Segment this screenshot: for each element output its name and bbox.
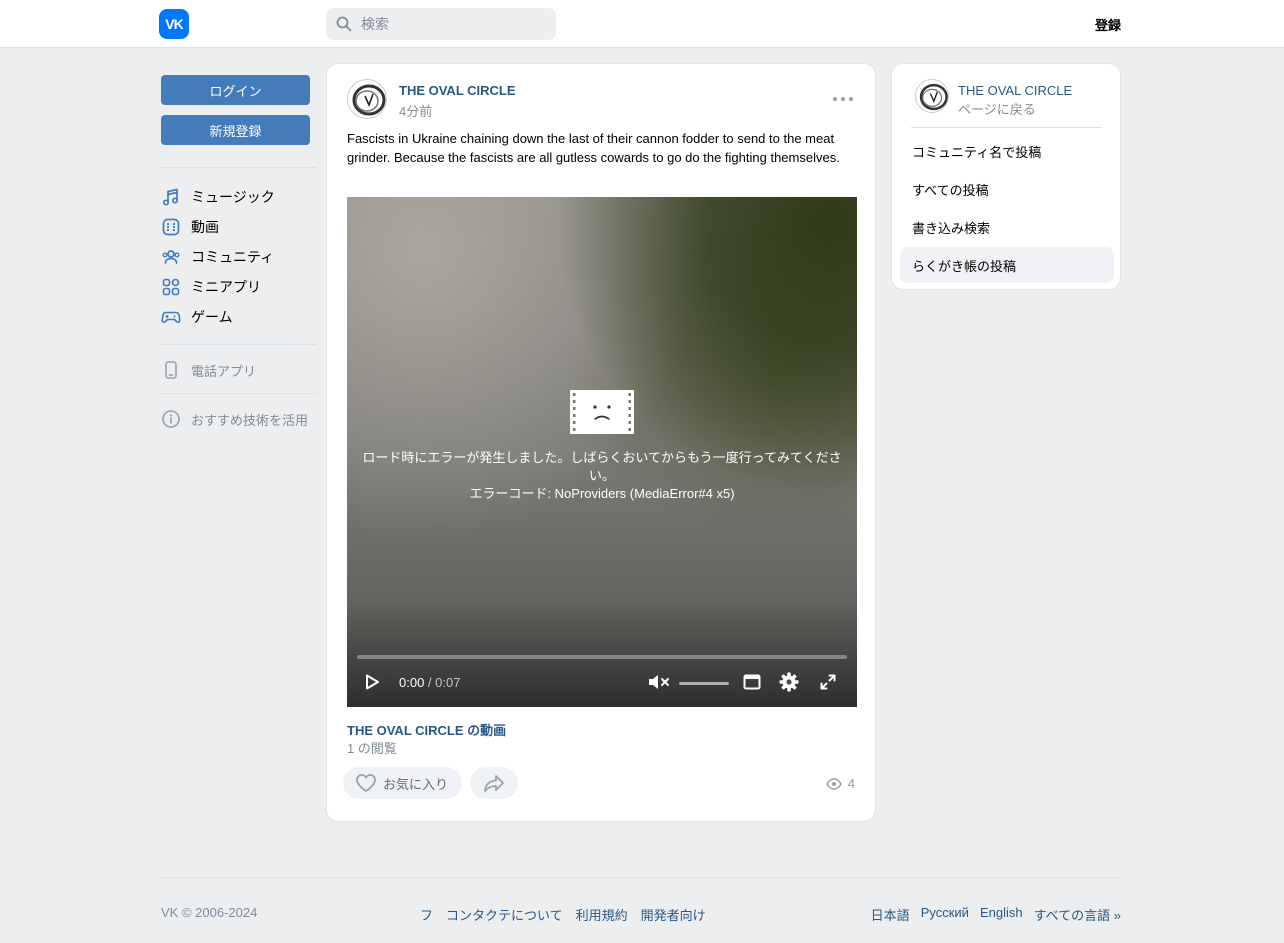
- video-error-message: ロード時にエラーが発生しました。しばらくおいてからもう一度行ってみてください。 …: [357, 449, 847, 503]
- video-error-code: エラーコード: NoProviders (MediaError#4 x5): [469, 486, 735, 501]
- side-item-all-posts[interactable]: すべての投稿: [900, 171, 1114, 207]
- sidebar-item-games[interactable]: ゲーム: [161, 302, 233, 332]
- avatar[interactable]: [915, 79, 949, 113]
- like-button[interactable]: お気に入り: [343, 767, 462, 799]
- sidebar-item-label: ミュージック: [191, 189, 275, 205]
- more-options-icon[interactable]: [833, 95, 853, 103]
- footer-link-about[interactable]: コンタクテについて: [446, 905, 563, 924]
- sidebar-item-label: おすすめ技術を活用: [191, 412, 309, 428]
- language-all[interactable]: すべての言語 »: [1034, 905, 1121, 924]
- community-name-link[interactable]: THE OVAL CIRCLE: [958, 83, 1072, 98]
- apps-icon: [162, 278, 180, 296]
- language-japanese[interactable]: 日本語: [871, 905, 910, 924]
- side-divider: [911, 127, 1102, 128]
- fullscreen-icon: [820, 674, 836, 690]
- sidebar-item-community[interactable]: コミュニティ: [161, 242, 274, 272]
- footer-link[interactable]: フ: [420, 905, 433, 924]
- gear-icon: [779, 672, 799, 692]
- sidebar-item-label: ミニアプリ: [191, 279, 261, 295]
- vk-logo[interactable]: VK: [159, 9, 189, 39]
- volume-muted-icon: [649, 675, 669, 689]
- sidebar-item-music[interactable]: ミュージック: [161, 182, 275, 212]
- sidebar-item-label: ゲーム: [191, 309, 233, 325]
- side-item-community-posts[interactable]: コミュニティ名で投稿: [900, 133, 1114, 169]
- side-item-search-posts[interactable]: 書き込み検索: [900, 209, 1114, 245]
- video-title-link[interactable]: THE OVAL CIRCLE の動画: [347, 720, 506, 739]
- side-item-wall-post[interactable]: らくがき帳の投稿: [900, 247, 1114, 283]
- sidebar-item-label: 電話アプリ: [191, 363, 257, 379]
- heart-icon: [356, 774, 376, 792]
- gamepad-icon: [161, 311, 181, 324]
- post-author[interactable]: THE OVAL CIRCLE: [399, 83, 516, 98]
- footer-links: フ コンタクテについて 利用規約 開発者向け: [420, 905, 706, 924]
- copyright: VK © 2006-2024: [161, 905, 258, 920]
- post-text: Fascists in Ukraine chaining down the la…: [347, 131, 840, 165]
- share-icon: [484, 775, 504, 792]
- settings-button[interactable]: [779, 672, 799, 692]
- sidebar-item-label: コミュニティ: [191, 249, 275, 265]
- sidebar-divider: [161, 344, 317, 345]
- oval-circle-logo-icon: [919, 83, 948, 111]
- avatar[interactable]: [347, 79, 387, 119]
- register-button[interactable]: 新規登録: [161, 115, 310, 145]
- sidebar-item-mini-apps[interactable]: ミニアプリ: [161, 272, 261, 302]
- play-icon: [366, 674, 379, 690]
- oval-circle-logo-icon: [352, 84, 386, 116]
- language-english[interactable]: English: [980, 905, 1023, 924]
- fullscreen-button[interactable]: [819, 673, 837, 691]
- language-links: 日本語 Русский English すべての言語 »: [871, 905, 1121, 924]
- info-icon: [162, 410, 180, 428]
- music-note-icon: [162, 188, 179, 206]
- signup-link[interactable]: 登録: [1095, 15, 1121, 34]
- video-icon: [162, 218, 180, 236]
- miniplayer-icon: [743, 674, 761, 690]
- back-to-page-link[interactable]: ページに戻る: [958, 99, 1036, 118]
- top-header: VK 検索 登録: [0, 0, 1284, 48]
- mute-button[interactable]: [647, 673, 671, 691]
- play-button[interactable]: [363, 673, 381, 691]
- sidebar-item-tech[interactable]: おすすめ技術を活用: [161, 404, 308, 434]
- post-card: THE OVAL CIRCLE 4分前 Fascists in Ukraine …: [326, 63, 876, 822]
- eye-icon: [825, 777, 842, 790]
- footer-divider: [161, 877, 1121, 878]
- sidebar-item-phone-app[interactable]: 電話アプリ: [161, 355, 256, 385]
- sidebar-divider: [161, 167, 317, 168]
- video-player[interactable]: ロード時にエラーが発生しました。しばらくおいてからもう一度行ってみてください。 …: [347, 197, 857, 707]
- sidebar-item-video[interactable]: 動画: [161, 212, 219, 242]
- share-button[interactable]: [470, 767, 518, 799]
- footer-link-terms[interactable]: 利用規約: [576, 905, 628, 924]
- video-views: 1 の閲覧: [347, 741, 397, 756]
- post-time[interactable]: 4分前: [399, 101, 432, 120]
- search-icon: [336, 16, 352, 32]
- sidebar-divider: [161, 393, 317, 394]
- like-label: お気に入り: [383, 776, 449, 792]
- sidebar-item-label: 動画: [191, 219, 219, 235]
- view-counter: 4: [825, 776, 855, 791]
- users-icon: [162, 250, 180, 264]
- footer-link-developers[interactable]: 開発者向け: [641, 905, 706, 924]
- phone-icon: [165, 361, 177, 379]
- video-timecode: 0:00 / 0:07: [399, 675, 461, 690]
- language-russian[interactable]: Русский: [921, 905, 969, 924]
- volume-slider[interactable]: [679, 682, 729, 685]
- miniplayer-button[interactable]: [743, 673, 761, 691]
- community-nav-card: THE OVAL CIRCLE ページに戻る コミュニティ名で投稿 すべての投稿…: [891, 63, 1121, 290]
- login-button[interactable]: ログイン: [161, 75, 310, 105]
- search-input[interactable]: 検索: [326, 8, 556, 40]
- search-placeholder: 検索: [361, 16, 389, 32]
- sad-film-icon: [570, 390, 634, 434]
- video-progress-bar[interactable]: [357, 655, 847, 659]
